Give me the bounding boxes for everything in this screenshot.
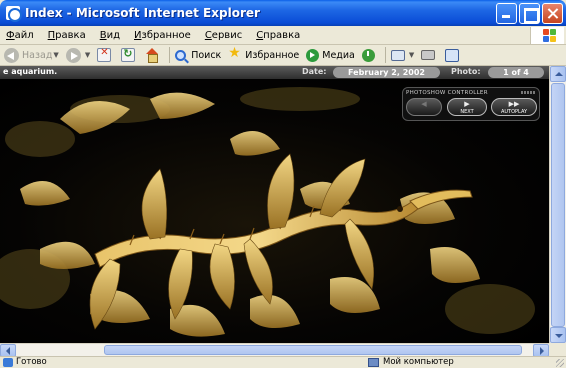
photo-counter: 1 of 4 [488, 67, 544, 78]
scroll-up-button[interactable] [550, 66, 566, 82]
standard-toolbar: Назад ▼ ▼ Поиск Избранное Медиа ▼ [0, 45, 566, 66]
menu-help[interactable]: Справка [256, 30, 300, 41]
next-button[interactable]: ▶ NEXT [447, 98, 487, 116]
status-bar: Готово Мой компьютер [0, 356, 566, 368]
window-title: Index - Microsoft Internet Explorer [25, 6, 260, 20]
done-page-icon [3, 358, 13, 367]
computer-icon [368, 358, 379, 367]
chevron-down-icon[interactable]: ▼ [53, 51, 58, 59]
toolbar-separator [384, 47, 386, 63]
chevron-down-icon[interactable]: ▼ [85, 51, 90, 59]
horizontal-scroll-thumb[interactable] [104, 345, 522, 355]
minimize-button[interactable] [496, 3, 517, 24]
menu-view[interactable]: Вид [100, 30, 120, 41]
home-button[interactable] [145, 48, 162, 63]
scroll-down-button[interactable] [550, 327, 566, 343]
mail-icon [390, 49, 405, 61]
print-icon [421, 50, 436, 60]
menu-bar: Файл Правка Вид Избранное Сервис Справка [0, 26, 566, 45]
photo-caption: e aquarium. [3, 67, 58, 76]
stop-button[interactable] [97, 47, 114, 62]
next-icon: ▶ [464, 100, 470, 108]
autoplay-label: AUTOPLAY [500, 109, 528, 115]
media-icon [306, 48, 320, 62]
menu-tools[interactable]: Сервис [205, 30, 242, 41]
forward-button[interactable]: ▼ [65, 47, 90, 63]
media-button[interactable]: Медиа [306, 48, 355, 62]
mail-button[interactable]: ▼ [390, 49, 414, 61]
favorites-button[interactable]: Избранное [228, 45, 300, 62]
date-label: Date: [302, 67, 327, 76]
photo-info-bar: e aquarium. Date: February 2, 2002 Photo… [0, 66, 549, 79]
favorites-label: Избранное [245, 49, 300, 61]
date-value: February 2, 2002 [333, 67, 440, 78]
maximize-button[interactable] [519, 3, 540, 24]
photoshow-controller: PHOTOSHOW CONTROLLER ◀ ▶ NEXT ▶▶ AUTOPLA… [402, 87, 540, 121]
close-button[interactable] [542, 3, 563, 24]
vertical-scroll-thumb[interactable] [551, 83, 565, 327]
chevron-down-icon[interactable]: ▼ [409, 51, 414, 59]
vertical-scrollbar[interactable] [549, 66, 566, 343]
search-label: Поиск [191, 49, 222, 61]
print-button[interactable] [421, 50, 438, 60]
autoplay-button[interactable]: ▶▶ AUTOPLAY [491, 98, 537, 116]
edit-button[interactable] [445, 48, 462, 62]
next-label: NEXT [460, 109, 474, 115]
toolbar-separator [169, 47, 171, 63]
search-button[interactable]: Поиск [175, 49, 222, 61]
history-icon [361, 48, 375, 62]
forward-arrow-icon [65, 47, 81, 63]
resize-grip[interactable] [556, 359, 564, 367]
fast-forward-icon: ▶▶ [508, 100, 520, 108]
refresh-button[interactable] [121, 47, 138, 62]
refresh-icon [121, 47, 136, 62]
windows-logo-icon [530, 27, 564, 44]
back-arrow-icon [4, 47, 19, 63]
controller-title: PHOTOSHOW CONTROLLER [406, 90, 488, 96]
back-label: Назад [22, 49, 53, 61]
previous-icon: ◀ [421, 100, 427, 108]
media-label: Медиа [322, 49, 355, 61]
ie-logo-icon [6, 6, 22, 22]
back-button[interactable]: Назад ▼ [4, 47, 59, 63]
search-icon [175, 49, 187, 61]
window-controls [496, 3, 563, 24]
scrollbar-corner [549, 343, 566, 356]
favorites-star-icon [228, 45, 242, 62]
menu-file[interactable]: Файл [6, 30, 34, 41]
history-button[interactable] [361, 48, 378, 62]
menu-favorites[interactable]: Избранное [134, 30, 191, 41]
previous-button[interactable]: ◀ [406, 98, 442, 116]
home-icon [145, 48, 159, 63]
security-zone: Мой компьютер [383, 357, 454, 367]
photo-label: Photo: [451, 67, 481, 76]
title-bar[interactable]: Index - Microsoft Internet Explorer [0, 0, 566, 26]
stop-icon [97, 47, 112, 62]
edit-icon [445, 48, 460, 62]
page-viewport: e aquarium. Date: February 2, 2002 Photo… [0, 66, 549, 343]
controller-grip [521, 91, 535, 94]
menu-edit[interactable]: Правка [48, 30, 86, 41]
horizontal-scrollbar[interactable] [0, 343, 549, 357]
status-text: Готово [16, 357, 47, 367]
